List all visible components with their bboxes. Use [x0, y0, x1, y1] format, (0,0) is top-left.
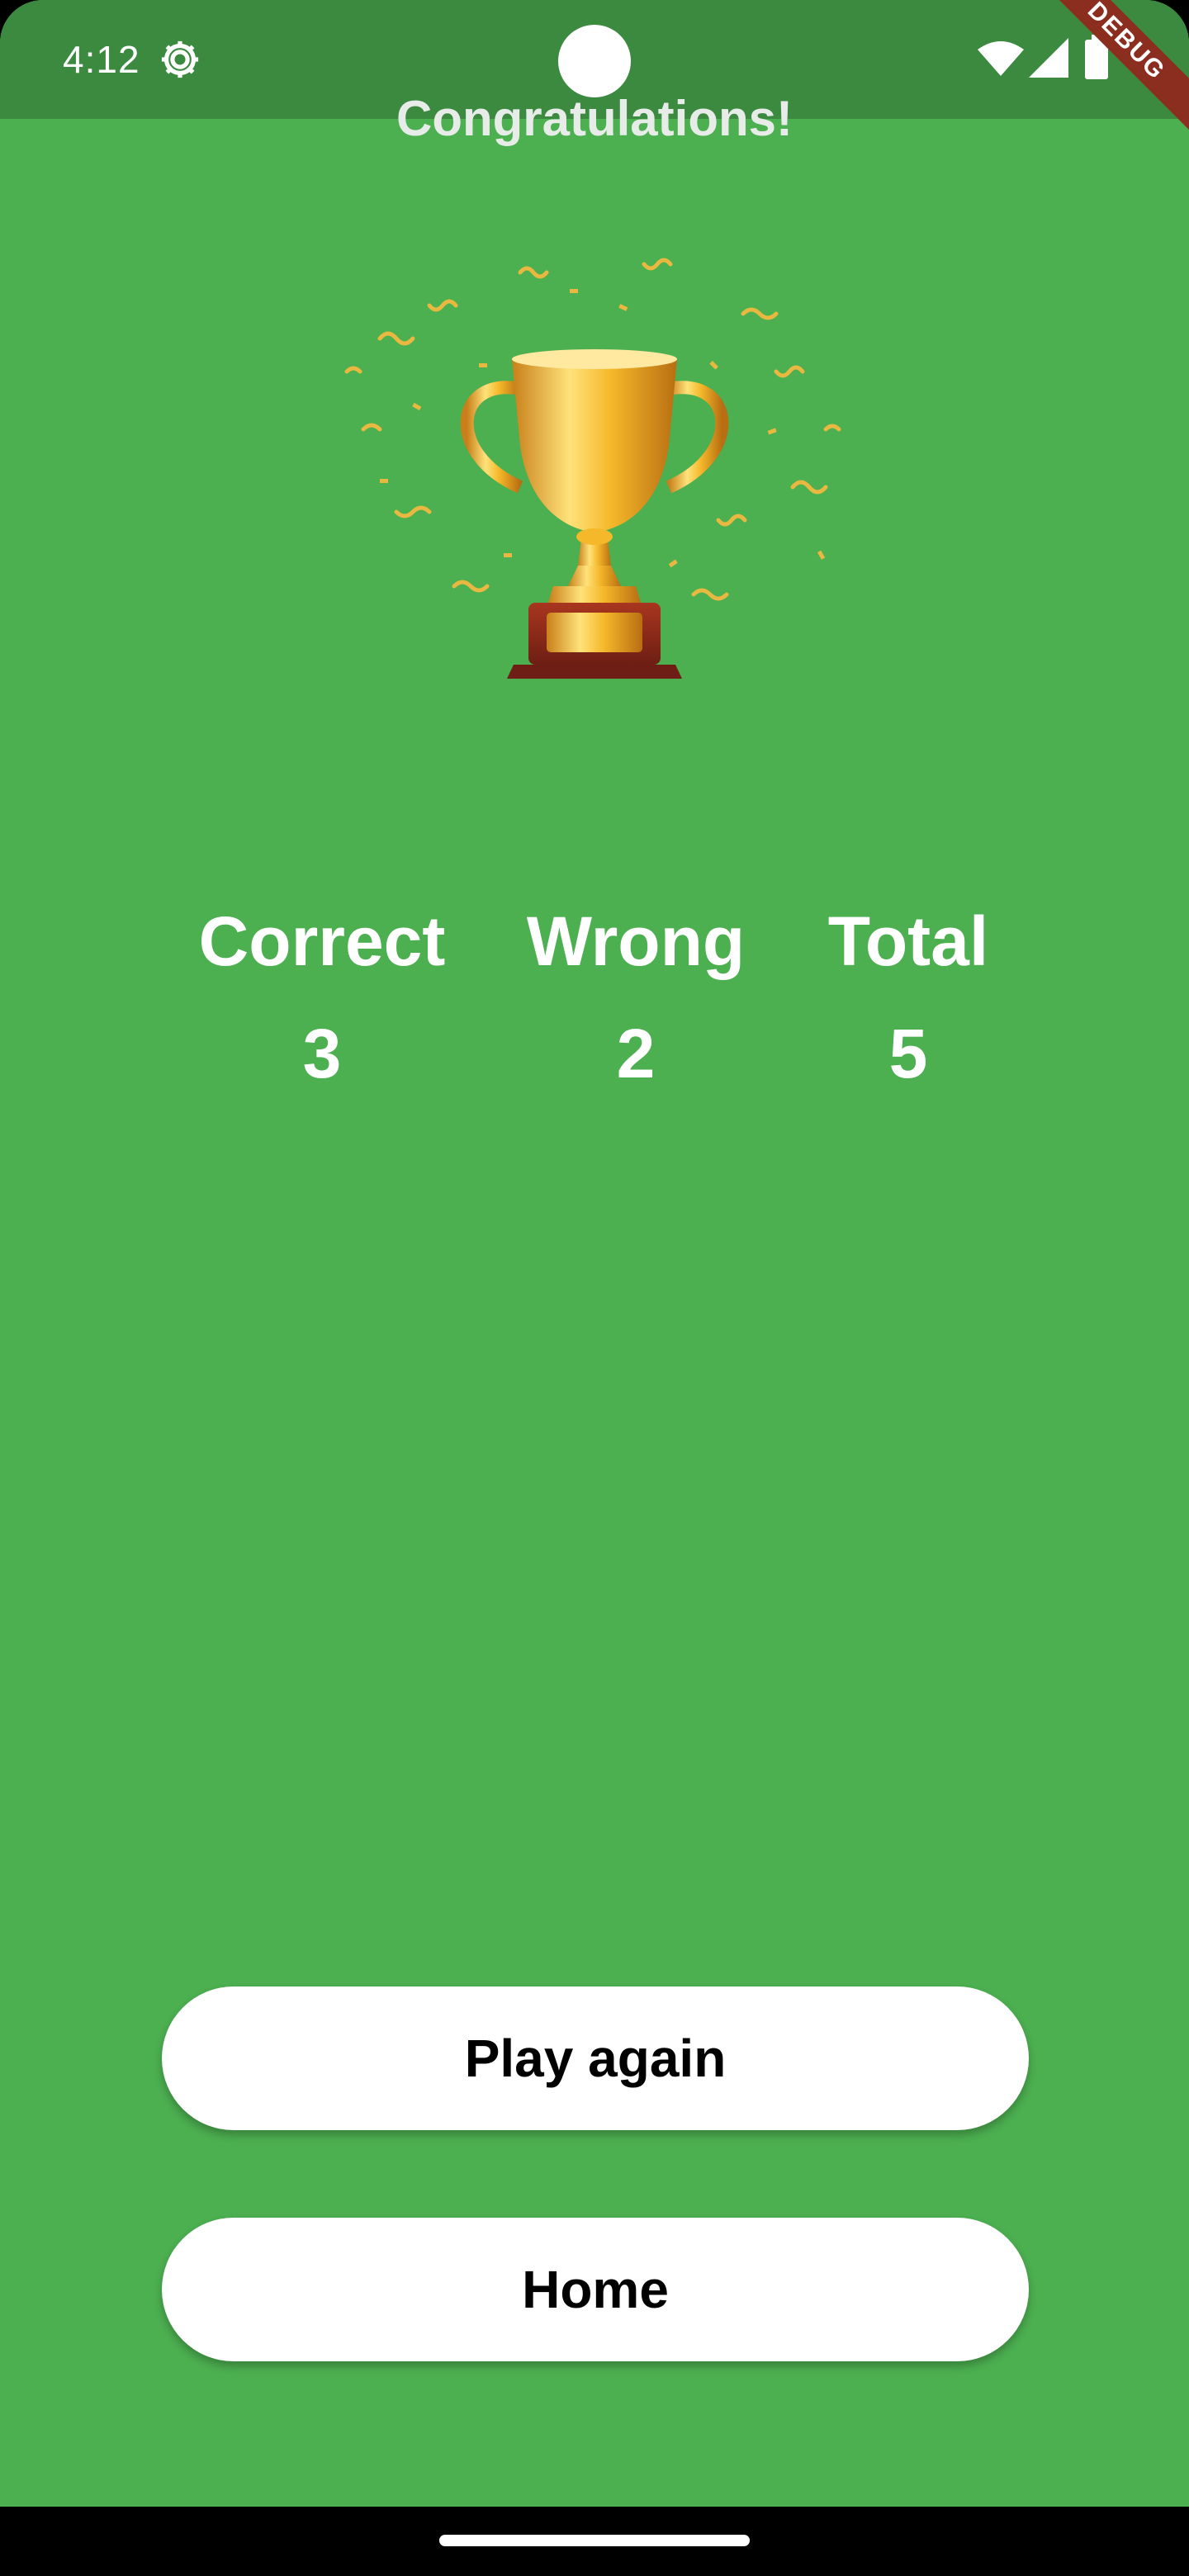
stat-total-label: Total: [827, 902, 989, 980]
stat-wrong: Wrong 2: [512, 900, 760, 1095]
stat-wrong-value: 2: [616, 1015, 656, 1092]
stat-total-value: 5: [888, 1015, 928, 1092]
wifi-icon: [978, 41, 1024, 76]
play-again-button[interactable]: Play again: [162, 1986, 1029, 2130]
score-stats: Correct 3 Wrong 2 Total 5: [0, 900, 1189, 1115]
stat-correct-label: Correct: [198, 902, 446, 980]
signal-icon: [1029, 38, 1068, 78]
home-button[interactable]: Home: [162, 2218, 1029, 2361]
trophy-image: [344, 258, 841, 679]
status-time: 4:12: [63, 38, 140, 81]
stat-correct: Correct 3: [190, 900, 454, 1095]
stat-correct-value: 3: [302, 1015, 342, 1092]
gesture-nav-handle[interactable]: [439, 2535, 750, 2546]
settings-icon: [161, 40, 199, 78]
page-title: Congratulations!: [396, 91, 793, 146]
camera-cutout: [558, 25, 631, 97]
stat-total: Total 5: [801, 900, 1016, 1095]
stat-wrong-label: Wrong: [526, 902, 746, 980]
result-screen: 4:12 DEBUG Congratulations! Correct 3 Wr…: [0, 0, 1189, 2507]
